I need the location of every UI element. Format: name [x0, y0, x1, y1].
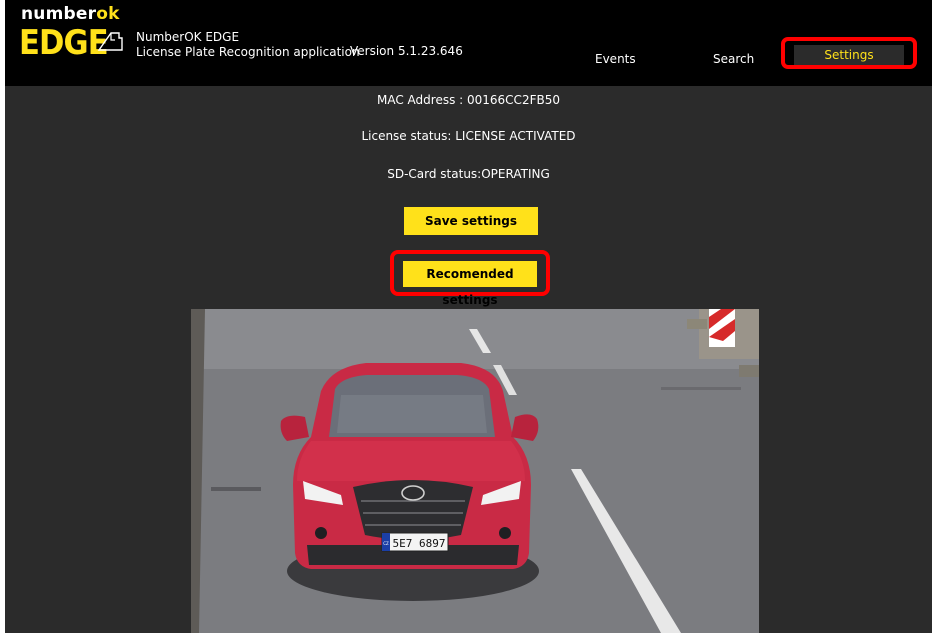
recommended-settings-button[interactable]: Recomended settings [403, 261, 537, 307]
settings-highlight-box: Settings [781, 37, 917, 69]
road-crack [211, 487, 261, 491]
app-window: numberok EDGE NumberOK EDGE License Plat… [5, 0, 932, 633]
license-status-text: License status: LICENSE ACTIVATED [361, 129, 576, 143]
car-foglight-left [315, 527, 327, 539]
windshield-reflection [337, 395, 487, 433]
logo-wordmark-number: number [21, 4, 97, 24]
car-mirror-right [511, 414, 539, 441]
logo-wordmark: numberok [21, 4, 120, 24]
sdcard-status-text: SD-Card status:OPERATING [387, 167, 550, 181]
app-title-block: NumberOK EDGE License Plate Recognition … [136, 30, 360, 60]
logo-edge-text: EDGE [19, 23, 109, 63]
tab-events[interactable]: Events [595, 52, 636, 66]
roadside-block [739, 365, 759, 377]
tab-settings[interactable]: Settings [794, 45, 904, 65]
tab-search[interactable]: Search [713, 52, 754, 66]
camera-preview: CZ 5E7 6897 [191, 309, 759, 633]
header-bar: numberok EDGE NumberOK EDGE License Plat… [5, 0, 932, 86]
road-crack [661, 387, 741, 390]
hand-pointer-icon [97, 32, 123, 51]
numberok-edge-logo: numberok EDGE [19, 4, 131, 70]
roadside-block [687, 319, 707, 329]
app-version: Version 5.1.23.646 [350, 44, 463, 58]
camera-frame-image: CZ 5E7 6897 [191, 309, 759, 633]
plate-country-code: CZ [383, 541, 389, 546]
save-settings-button[interactable]: Save settings [404, 207, 538, 235]
car-mirror-left [280, 415, 309, 441]
logo-wordmark-ok: ok [96, 4, 120, 24]
plate-number-text: 5E7 6897 [393, 537, 446, 550]
car-foglight-right [499, 527, 511, 539]
mac-address-text: MAC Address : 00166CC2FB50 [377, 93, 560, 107]
app-name: NumberOK EDGE [136, 30, 240, 44]
recommended-highlight-box: Recomended settings [390, 250, 550, 307]
car-hood [297, 441, 525, 481]
car-grille [353, 480, 473, 540]
app-subtitle: License Plate Recognition application [136, 45, 360, 59]
